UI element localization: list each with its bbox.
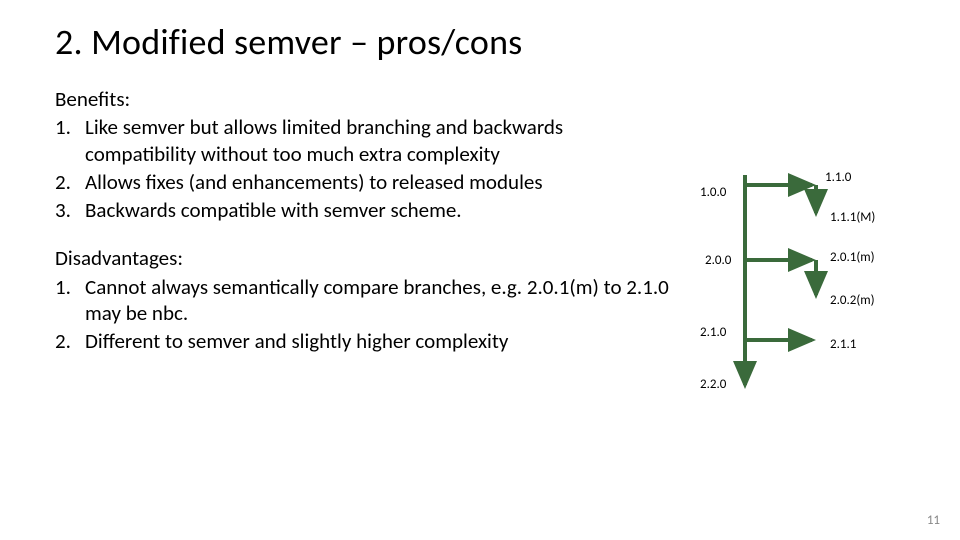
slide-title: 2. Modified semver – pros/cons <box>55 20 905 64</box>
list-number: 3. <box>55 197 85 223</box>
benefits-list: 1. Like semver but allows limited branch… <box>55 114 675 223</box>
list-text: Different to semver and slightly higher … <box>85 328 675 354</box>
list-text: Like semver but allows limited branching… <box>85 114 675 167</box>
list-number: 1. <box>55 274 85 327</box>
list-number: 2. <box>55 169 85 195</box>
page-number: 11 <box>927 513 940 528</box>
version-label: 1.1.1(M) <box>830 210 875 225</box>
version-label: 2.0.0 <box>705 253 731 268</box>
list-item: 2. Allows fixes (and enhancements) to re… <box>55 169 675 195</box>
list-text: Backwards compatible with semver scheme. <box>85 197 675 223</box>
diagram-arrows <box>700 165 940 425</box>
version-label: 1.1.0 <box>825 170 851 185</box>
version-label: 2.1.0 <box>700 325 726 340</box>
list-item: 2. Different to semver and slightly high… <box>55 328 675 354</box>
list-text: Cannot always semantically compare branc… <box>85 274 675 327</box>
list-item: 1. Like semver but allows limited branch… <box>55 114 675 167</box>
list-item: 3. Backwards compatible with semver sche… <box>55 197 675 223</box>
version-diagram: 1.0.0 1.1.0 1.1.1(M) 2.0.0 2.0.1(m) 2.0.… <box>700 165 940 425</box>
list-item: 1. Cannot always semantically compare br… <box>55 274 675 327</box>
text-column: Benefits: 1. Like semver but allows limi… <box>55 86 675 376</box>
list-number: 1. <box>55 114 85 167</box>
benefits-label: Benefits: <box>55 86 675 112</box>
list-number: 2. <box>55 328 85 354</box>
version-label: 2.0.1(m) <box>830 250 875 265</box>
slide: 2. Modified semver – pros/cons Benefits:… <box>0 0 960 540</box>
version-label: 2.0.2(m) <box>830 293 875 308</box>
version-label: 2.1.1 <box>830 337 856 352</box>
list-text: Allows fixes (and enhancements) to relea… <box>85 169 675 195</box>
disadvantages-label: Disadvantages: <box>55 245 675 271</box>
version-label: 1.0.0 <box>700 185 726 200</box>
version-label: 2.2.0 <box>700 377 726 392</box>
disadvantages-list: 1. Cannot always semantically compare br… <box>55 274 675 355</box>
